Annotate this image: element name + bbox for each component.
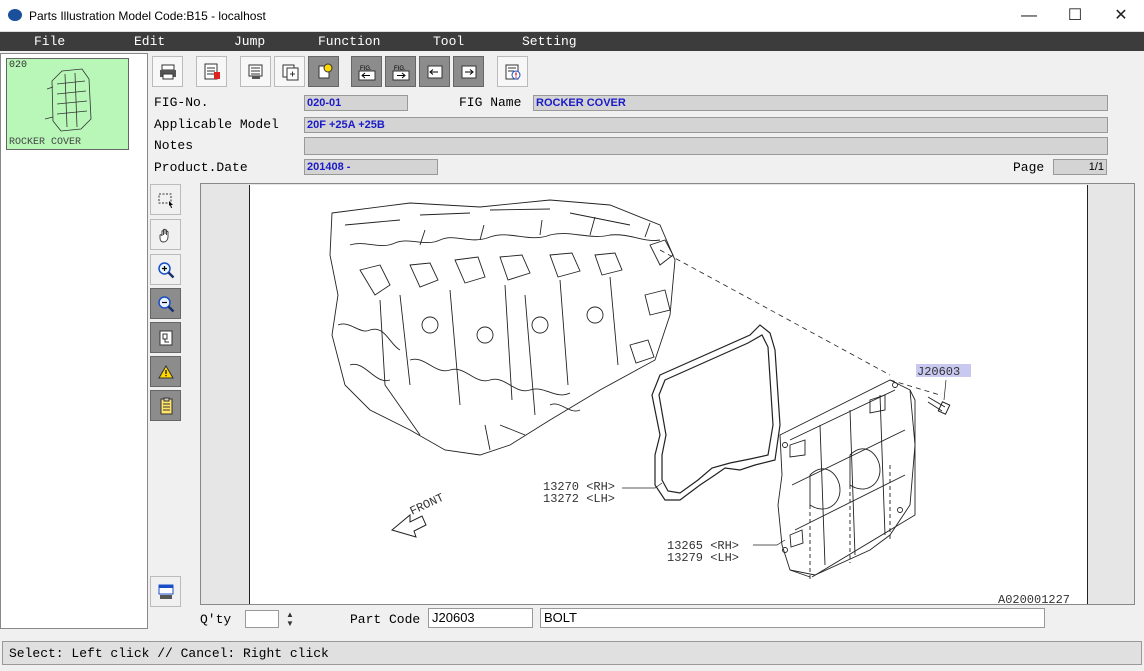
fig-prev-button[interactable]: FIG.	[351, 56, 382, 87]
page-next-icon	[461, 65, 477, 79]
exploded-view-drawing: J20603 13270 <RH> 13272 <LH> 13265 <RH> …	[329, 199, 1070, 604]
add-list-button[interactable]	[274, 56, 305, 87]
notes-label: Notes	[154, 138, 194, 153]
minimize-button[interactable]: —	[1006, 0, 1052, 32]
menu-tool[interactable]: Tool	[433, 34, 464, 49]
applicable-model-label: Applicable Model	[154, 117, 279, 132]
gasket-lh-callout[interactable]: 13272 <LH>	[543, 492, 615, 506]
page-indicator: 1/1	[1053, 159, 1107, 175]
menu-bar: File Edit Jump Function Tool Setting	[0, 32, 1144, 51]
part-name-field[interactable]: BOLT	[540, 608, 1045, 628]
search-parts-button[interactable]	[240, 56, 271, 87]
drawing-id: A020001227	[998, 593, 1070, 604]
zoom-out-icon	[158, 296, 175, 313]
callout-leaders	[622, 482, 786, 546]
note-icon	[160, 397, 173, 415]
part-code-field[interactable]: J20603	[428, 608, 533, 628]
figure-list-pane: 020 ROCKER COVER	[0, 53, 148, 629]
fig-next-icon: FIG.	[392, 66, 410, 81]
note-button[interactable]	[150, 390, 181, 421]
status-text: Select: Left click // Cancel: Right clic…	[9, 646, 329, 661]
parts-illustration[interactable]: J20603 13270 <RH> 13272 <LH> 13265 <RH> …	[249, 185, 1088, 604]
status-bar: Select: Left click // Cancel: Right clic…	[2, 641, 1142, 665]
warning-button[interactable]	[150, 356, 181, 387]
warning-icon	[158, 365, 174, 379]
part-code-label: Part Code	[350, 612, 421, 627]
fig-name-field: ROCKER COVER	[533, 95, 1108, 111]
rocker-cover-drawing	[777, 379, 916, 580]
product-date-field: 201408 -	[304, 159, 438, 175]
qty-label: Q'ty	[200, 612, 232, 627]
applicable-model-field: 20F +25A +25B	[304, 117, 1108, 133]
zoom-in-button[interactable]	[150, 254, 181, 285]
print-icon	[160, 64, 176, 80]
print-view-button[interactable]	[150, 576, 181, 607]
qty-spinner[interactable]: ▲ ▼	[281, 610, 299, 630]
menu-file[interactable]: File	[34, 34, 65, 49]
page-prev-icon	[427, 65, 443, 79]
favorite-icon	[318, 63, 333, 79]
bolt-drawing	[927, 379, 951, 415]
zoom-out-button[interactable]	[150, 288, 181, 319]
close-button[interactable]: ✕	[1098, 0, 1144, 32]
front-arrow: FRONT	[390, 491, 447, 538]
report-icon	[204, 63, 220, 80]
bolt-callout[interactable]: J20603	[917, 365, 960, 379]
window-title: Parts Illustration Model Code:B15 - loca…	[29, 9, 266, 23]
cover-lh-callout[interactable]: 13279 <LH>	[667, 551, 739, 565]
notes-field	[304, 137, 1108, 155]
notice-button[interactable]	[497, 56, 528, 87]
menu-setting[interactable]: Setting	[522, 34, 577, 49]
illustration-viewer[interactable]: J20603 13270 <RH> 13272 <LH> 13265 <RH> …	[200, 183, 1135, 605]
zoom-in-icon	[158, 262, 175, 279]
figure-thumbnail[interactable]: 020 ROCKER COVER	[6, 58, 129, 150]
fig-next-button[interactable]: FIG.	[385, 56, 416, 87]
maximize-button[interactable]: ☐	[1052, 0, 1098, 32]
leader-lines	[659, 249, 941, 396]
fig-prev-icon: FIG.	[358, 66, 376, 81]
menu-function[interactable]: Function	[318, 34, 380, 49]
engine-block-drawing	[329, 199, 676, 456]
fit-page-icon	[159, 330, 173, 346]
pan-hand-button[interactable]	[150, 219, 181, 250]
menu-edit[interactable]: Edit	[134, 34, 165, 49]
select-area-icon	[158, 193, 173, 208]
select-area-button[interactable]	[150, 184, 181, 215]
spinner-down-icon[interactable]: ▼	[286, 619, 294, 628]
print-button[interactable]	[152, 56, 183, 87]
page-prev-button[interactable]	[419, 56, 450, 87]
front-label: FRONT	[408, 491, 447, 519]
fig-no-field: 020-01	[304, 95, 408, 111]
spinner-up-icon[interactable]: ▲	[286, 610, 294, 619]
favorite-button[interactable]	[308, 56, 339, 87]
report-button[interactable]	[196, 56, 227, 87]
title-bar: Parts Illustration Model Code:B15 - loca…	[0, 0, 1144, 32]
menu-jump[interactable]: Jump	[234, 34, 265, 49]
qty-input[interactable]	[245, 610, 279, 628]
app-logo-icon	[8, 9, 22, 21]
page-next-button[interactable]	[453, 56, 484, 87]
gasket-drawing	[651, 324, 781, 501]
fig-no-label: FIG-No.	[154, 95, 209, 110]
fig-name-label: FIG Name	[459, 95, 522, 110]
fit-page-button[interactable]	[150, 322, 181, 353]
search-parts-icon	[248, 64, 263, 79]
notice-icon	[505, 64, 521, 80]
product-date-label: Product.Date	[154, 160, 248, 175]
print-view-icon	[158, 584, 174, 599]
pan-hand-icon	[159, 228, 169, 243]
thumbnail-caption: ROCKER COVER	[9, 137, 82, 148]
add-list-icon	[282, 64, 299, 81]
page-label: Page	[1013, 160, 1045, 175]
